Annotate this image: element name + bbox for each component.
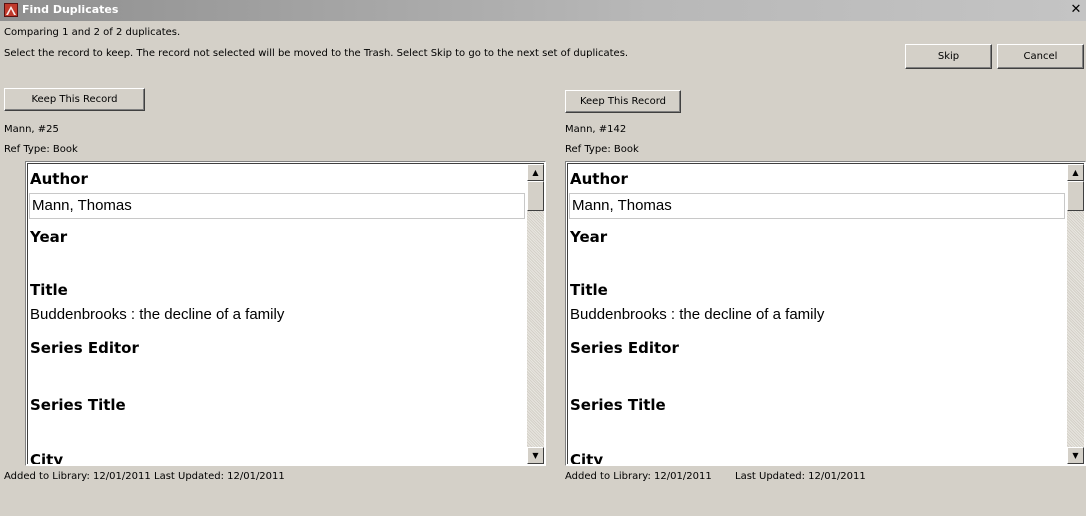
scroll-down-arrow-icon[interactable]: ▼ bbox=[1067, 447, 1084, 464]
title-value[interactable]: Buddenbrooks : the decline of a family bbox=[30, 306, 524, 323]
city-label: City bbox=[30, 451, 64, 464]
series-title-label: Series Title bbox=[570, 396, 666, 414]
title-bar[interactable]: Find Duplicates ✕ bbox=[0, 0, 1086, 21]
series-title-label: Series Title bbox=[30, 396, 126, 414]
find-duplicates-window: Find Duplicates ✕ Comparing 1 and 2 of 2… bbox=[0, 0, 1086, 516]
keep-record-1-button[interactable]: Keep This Record bbox=[4, 88, 145, 111]
year-label: Year bbox=[570, 228, 608, 246]
scroll-thumb[interactable] bbox=[527, 181, 544, 211]
skip-button[interactable]: Skip bbox=[905, 44, 992, 69]
scroll-thumb[interactable] bbox=[1067, 181, 1084, 211]
record-2-added: Added to Library: 12/01/2011 bbox=[565, 471, 712, 482]
author-value[interactable]: Mann, Thomas bbox=[569, 193, 1065, 219]
record-1-scrollbar[interactable]: ▲ ▼ bbox=[527, 164, 544, 464]
city-label: City bbox=[570, 451, 604, 464]
close-icon[interactable]: ✕ bbox=[1068, 2, 1084, 18]
record-1-pane[interactable]: Author Mann, Thomas Year Title Buddenbro… bbox=[25, 161, 546, 466]
series-editor-label: Series Editor bbox=[30, 339, 139, 357]
window-title: Find Duplicates bbox=[22, 3, 119, 16]
scroll-up-arrow-icon[interactable]: ▲ bbox=[1067, 164, 1084, 181]
cancel-button[interactable]: Cancel bbox=[997, 44, 1084, 69]
record-2-ref-type: Ref Type: Book bbox=[565, 144, 639, 155]
record-1-ref-type: Ref Type: Book bbox=[4, 144, 78, 155]
instruction-text: Select the record to keep. The record no… bbox=[4, 48, 629, 59]
record-1-added: Added to Library: 12/01/2011 bbox=[4, 471, 151, 482]
app-icon bbox=[4, 3, 18, 17]
record-2-scrollbar[interactable]: ▲ ▼ bbox=[1067, 164, 1084, 464]
series-editor-label: Series Editor bbox=[570, 339, 679, 357]
record-2-updated: Last Updated: 12/01/2011 bbox=[735, 471, 866, 482]
title-value[interactable]: Buddenbrooks : the decline of a family bbox=[570, 306, 1064, 323]
keep-record-2-button[interactable]: Keep This Record bbox=[565, 90, 681, 113]
scroll-up-arrow-icon[interactable]: ▲ bbox=[527, 164, 544, 181]
title-label: Title bbox=[570, 281, 608, 299]
record-1-updated: Last Updated: 12/01/2011 bbox=[154, 471, 285, 482]
record-1-id: Mann, #25 bbox=[4, 124, 59, 135]
scroll-down-arrow-icon[interactable]: ▼ bbox=[527, 447, 544, 464]
author-value[interactable]: Mann, Thomas bbox=[29, 193, 525, 219]
author-label: Author bbox=[570, 170, 628, 188]
year-label: Year bbox=[30, 228, 68, 246]
title-label: Title bbox=[30, 281, 68, 299]
record-2-pane[interactable]: Author Mann, Thomas Year Title Buddenbro… bbox=[565, 161, 1086, 466]
record-2-id: Mann, #142 bbox=[565, 124, 627, 135]
comparing-text: Comparing 1 and 2 of 2 duplicates. bbox=[4, 27, 181, 38]
author-label: Author bbox=[30, 170, 88, 188]
